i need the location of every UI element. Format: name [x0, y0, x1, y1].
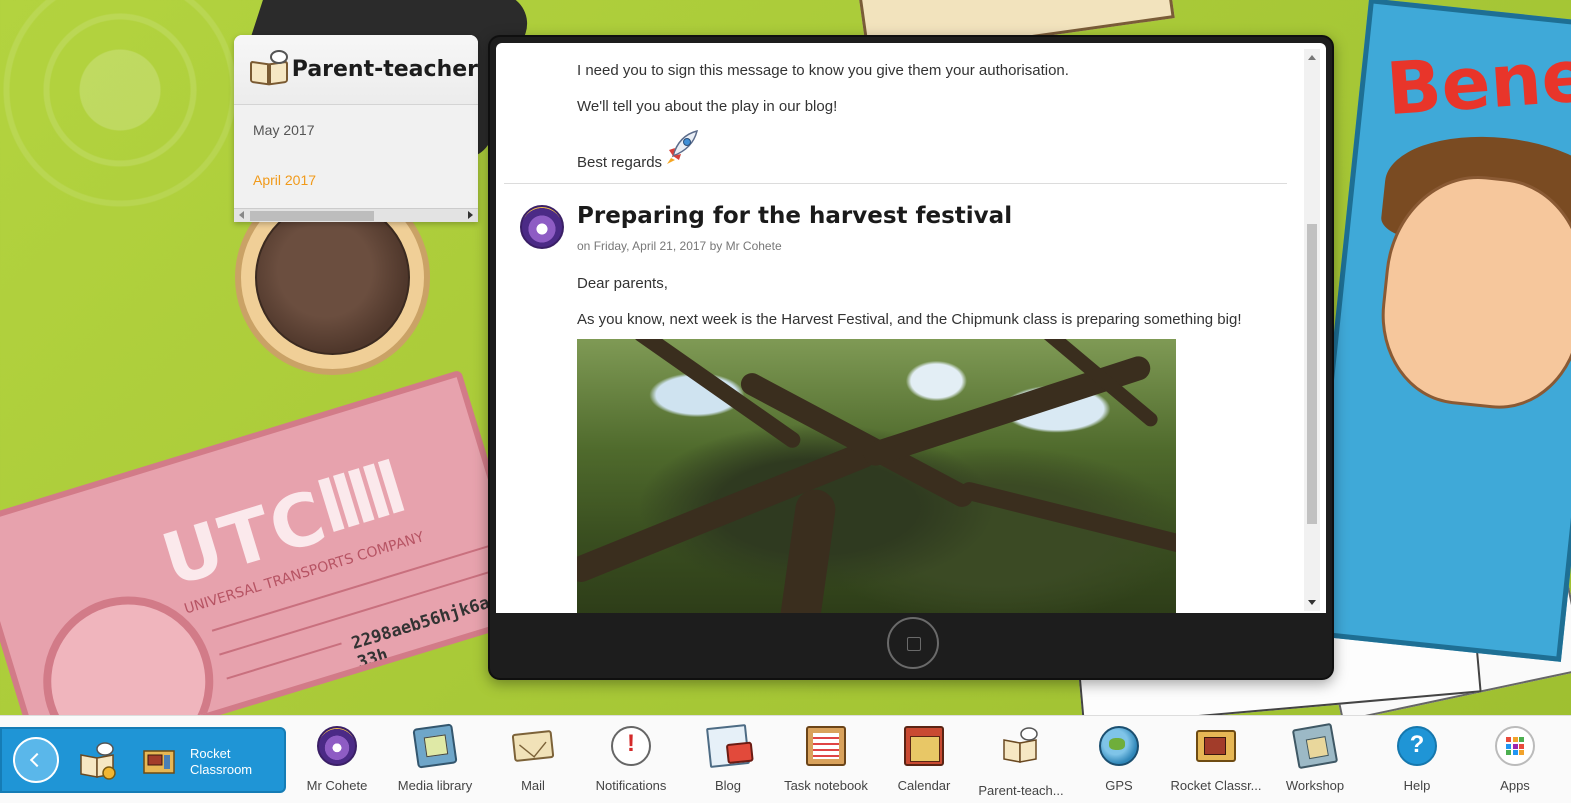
book-bubble-gear-icon [80, 742, 116, 780]
dock-label: Calendar [897, 778, 951, 793]
vertical-scrollbar[interactable] [1304, 49, 1320, 611]
globe-icon [1099, 726, 1139, 766]
dock-label: Help [1403, 778, 1431, 793]
post-meta: on Friday, April 21, 2017 by Mr Cohete [577, 239, 782, 253]
previous-post-line: I need you to sign this message to know … [577, 62, 1069, 79]
scroll-down-icon[interactable] [1308, 600, 1316, 605]
exclamation-icon [611, 726, 651, 766]
classroom-icon [1196, 730, 1236, 762]
apps-grid-icon [1495, 726, 1535, 766]
current-app-label: Rocket Classroom [190, 746, 253, 777]
panel-title: Parent-teacher [291, 57, 478, 82]
parent-teacher-panel: Parent-teacher May 2017 April 2017 [234, 35, 478, 222]
dock-label: Apps [1500, 778, 1530, 793]
blog-icon [706, 724, 750, 768]
post-date: Friday, April 21, 2017 [593, 239, 707, 253]
archive-month-april-2017[interactable]: April 2017 [234, 155, 478, 205]
dock-label: Media library [397, 778, 473, 793]
comic-title: Beney [1383, 29, 1571, 132]
calendar-icon [904, 726, 944, 766]
tablet-window: I need you to sign this message to know … [488, 35, 1334, 680]
dock-label: GPS [1105, 778, 1133, 793]
horizontal-scrollbar[interactable] [234, 208, 478, 222]
dock-label: Workshop [1285, 778, 1345, 793]
previous-post-signoff: Best regards [577, 154, 663, 171]
scroll-up-icon[interactable] [1308, 55, 1316, 60]
scroll-right-icon[interactable] [468, 211, 473, 219]
notebook-icon [806, 726, 846, 766]
back-button[interactable] [13, 737, 59, 783]
dock-media-library[interactable]: Media library [387, 723, 483, 798]
post-paragraph: As you know, next week is the Harvest Fe… [577, 311, 1242, 328]
book-bubble-icon [1003, 727, 1038, 763]
dock-notifications[interactable]: Notifications [583, 726, 679, 798]
dock-blog[interactable]: Blog [680, 724, 776, 798]
post-title[interactable]: Preparing for the harvest festival [577, 203, 1012, 229]
dock-label: Rocket Classr... [1170, 778, 1262, 793]
scrollbar-thumb[interactable] [1307, 224, 1317, 524]
dock-help[interactable]: Help [1369, 726, 1465, 798]
workshop-icon [1291, 722, 1339, 770]
ticket-decoration: UTC IIIII UNIVERSAL TRANSPORTS COMPANY 2… [0, 369, 537, 771]
dock-apps[interactable]: Apps [1467, 726, 1563, 798]
help-icon [1397, 726, 1437, 766]
previous-post-line: We'll tell you about the play in our blo… [577, 98, 838, 115]
dock-mr-cohete[interactable]: Mr Cohete [289, 726, 385, 798]
classroom-icon [143, 750, 175, 774]
home-square-icon [907, 637, 921, 651]
tree-photo [577, 339, 1176, 613]
dock-calendar[interactable]: Calendar [876, 726, 972, 798]
dock-label: Notifications [595, 778, 667, 793]
post-divider [504, 183, 1287, 184]
scrollbar-thumb[interactable] [250, 211, 374, 221]
dock-label: Task notebook [784, 778, 868, 793]
comic-book-decoration: Beney [1302, 0, 1571, 662]
author-avatar[interactable] [520, 205, 564, 249]
dock-gps[interactable]: GPS [1071, 726, 1167, 798]
blog-content: I need you to sign this message to know … [496, 43, 1326, 613]
dock-parent-teacher[interactable]: Parent-teach... [973, 726, 1069, 798]
meta-by: by [709, 239, 723, 253]
envelope-icon [511, 729, 555, 763]
dock-label: Mr Cohete [306, 778, 368, 793]
panel-header: Parent-teacher [234, 35, 478, 105]
post-paragraph: Dear parents, [577, 275, 668, 292]
chevron-left-icon [29, 752, 45, 768]
book-bubble-icon [250, 49, 288, 86]
dock-workshop[interactable]: Workshop [1267, 722, 1363, 798]
taskbar: Rocket Classroom Mr Cohete Media library… [0, 715, 1571, 803]
archive-month-may-2017[interactable]: May 2017 [234, 105, 478, 155]
meta-prefix: on [577, 239, 591, 253]
dock-label: Mail [521, 778, 545, 793]
dock-label: Parent-teach... [978, 783, 1064, 798]
dock-label: Blog [714, 778, 742, 793]
post-author[interactable]: Mr Cohete [726, 239, 782, 253]
film-icon [412, 723, 458, 769]
rocket-emoji-icon [667, 129, 699, 164]
scroll-left-icon[interactable] [239, 211, 244, 219]
dock-rocket-classroom[interactable]: Rocket Classr... [1168, 726, 1264, 798]
dock-mail[interactable]: Mail [485, 726, 581, 798]
avatar-icon [317, 726, 357, 766]
current-app-tab[interactable]: Rocket Classroom [0, 727, 286, 793]
home-button[interactable] [887, 617, 939, 669]
dock-task-notebook[interactable]: Task notebook [778, 726, 874, 798]
